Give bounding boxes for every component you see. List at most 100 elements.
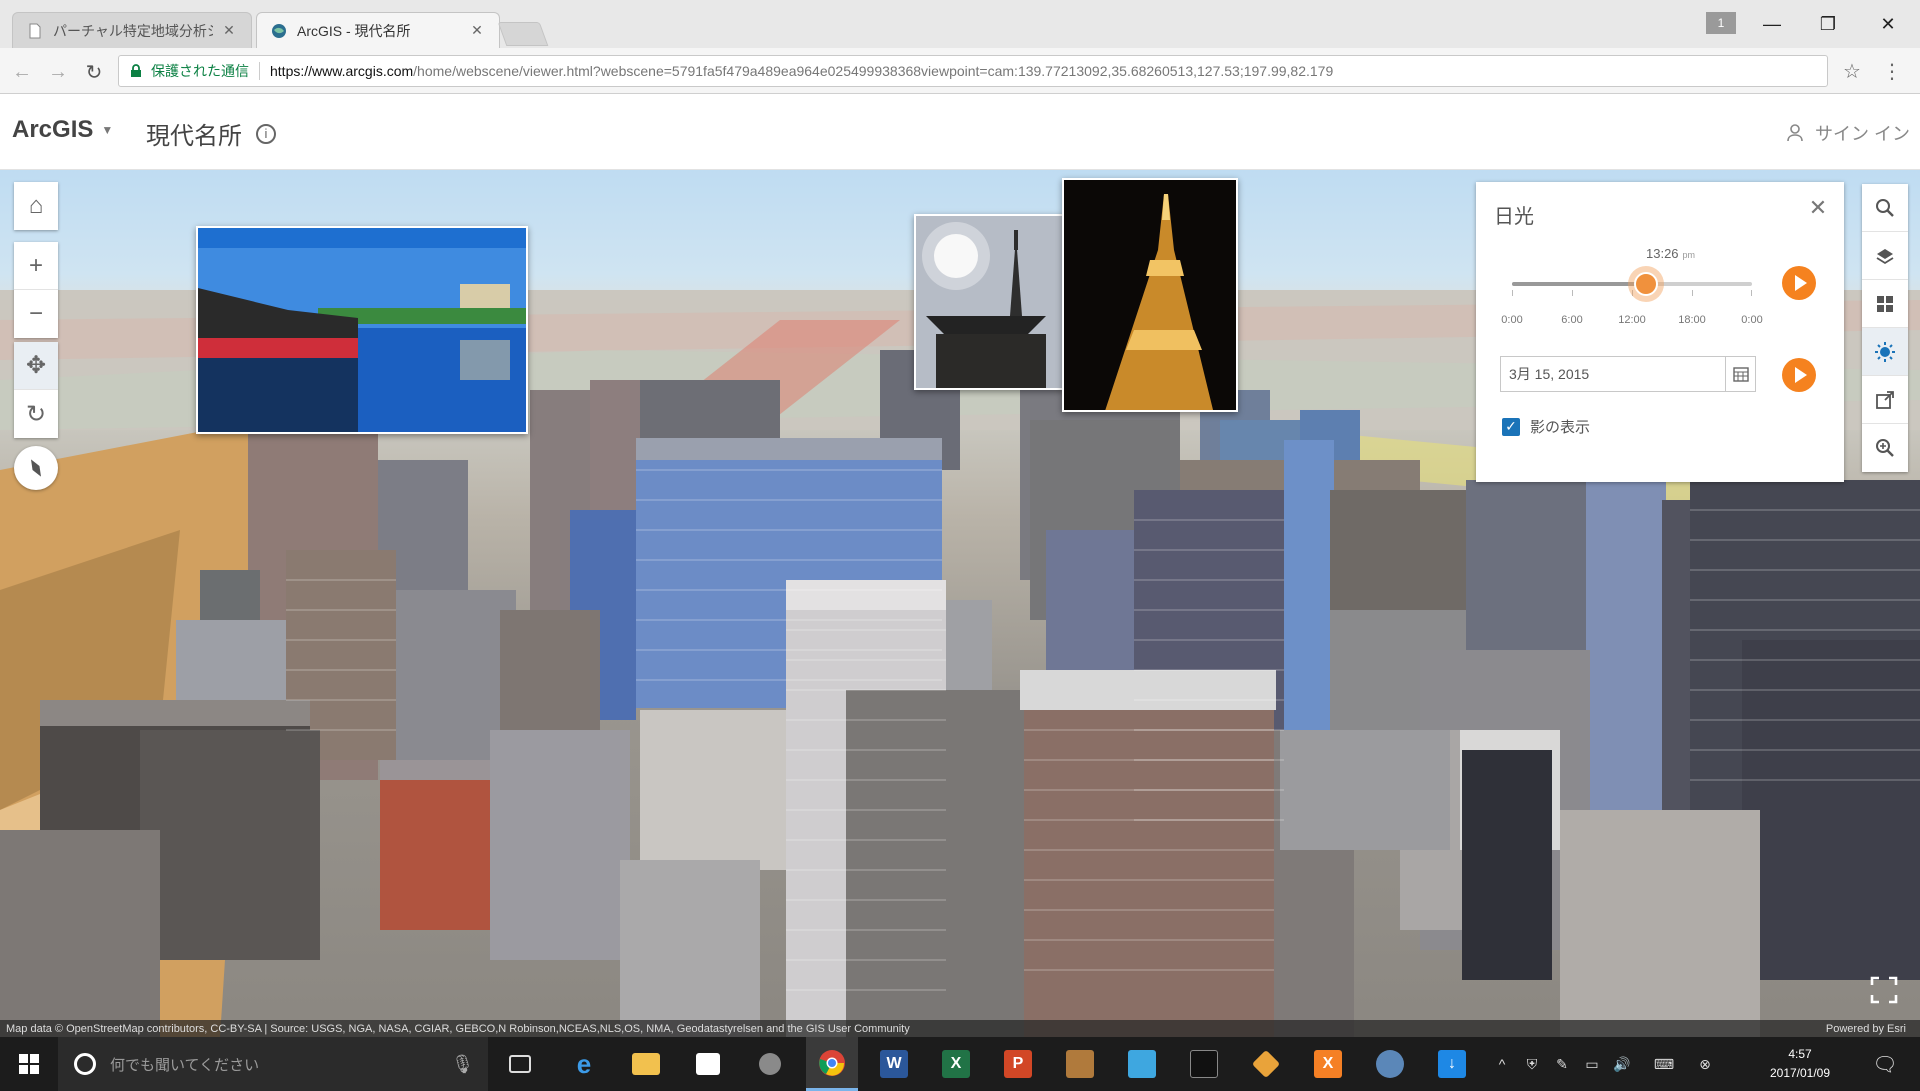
- arcgis-brand-menu[interactable]: ArcGIS ▼: [12, 116, 113, 144]
- zoom-to-icon[interactable]: [1862, 424, 1908, 472]
- zoom-in-icon[interactable]: +: [14, 242, 58, 290]
- mail-icon[interactable]: [1116, 1037, 1168, 1091]
- search-icon[interactable]: [1862, 184, 1908, 232]
- page-icon: [29, 23, 41, 38]
- tray-keyboard-icon[interactable]: ⌨: [1644, 1037, 1684, 1091]
- close-icon[interactable]: ✕: [469, 22, 485, 39]
- secure-label: 保護された通信: [151, 63, 249, 79]
- windows-taskbar: 何でも聞いてください 🎙 e W X P X ↓ ^ ⛨ ✎ ▭ 🔊 ⌨ ⊗ 4…: [0, 1037, 1920, 1091]
- close-icon[interactable]: ✕: [1804, 194, 1832, 222]
- temple-tower-photo-image: [916, 216, 1062, 388]
- zoom-out-icon[interactable]: −: [14, 290, 58, 338]
- chrome-icon[interactable]: [806, 1037, 858, 1091]
- tray-chevron-up-icon[interactable]: ^: [1488, 1037, 1516, 1091]
- play-time-button[interactable]: [1782, 266, 1816, 300]
- photo-billboard-pond[interactable]: [196, 226, 528, 434]
- play-date-button[interactable]: [1782, 358, 1816, 392]
- taskbar-clock[interactable]: 4:57 2017/01/09: [1760, 1045, 1840, 1083]
- browser-toolbar: ← → ↻ 保護された通信 https://www.arcgis.com/hom…: [0, 48, 1920, 94]
- sign-in-button[interactable]: サイン イン: [1785, 120, 1910, 146]
- git-icon[interactable]: [1240, 1037, 1292, 1091]
- daylight-panel-title: 日光: [1494, 206, 1534, 228]
- tokyo-tower-photo-image: [1064, 180, 1236, 410]
- sun-icon: [1875, 341, 1895, 362]
- scene-tools: [1862, 184, 1908, 472]
- clock-time: 4:57: [1788, 1047, 1812, 1061]
- minimize-icon[interactable]: —: [1744, 0, 1800, 48]
- new-tab-button[interactable]: [497, 22, 549, 46]
- layers-icon[interactable]: [1862, 232, 1908, 280]
- window-close-icon[interactable]: ✕: [1860, 0, 1916, 48]
- photo-billboard-temple-tower[interactable]: [914, 214, 1064, 390]
- database-icon[interactable]: [1364, 1037, 1416, 1091]
- back-arrow-icon[interactable]: ←: [8, 58, 36, 86]
- browser-tab-1[interactable]: パーチャル特定地域分析シス ✕: [12, 12, 252, 48]
- forward-arrow-icon[interactable]: →: [44, 58, 72, 86]
- powerpoint-icon[interactable]: P: [992, 1037, 1044, 1091]
- tray-volume-icon[interactable]: 🔊: [1608, 1037, 1636, 1091]
- xampp-icon[interactable]: X: [1302, 1037, 1354, 1091]
- share-icon[interactable]: [1862, 376, 1908, 424]
- brand-label: ArcGIS: [12, 116, 94, 143]
- bookmark-star-icon[interactable]: ☆: [1840, 59, 1864, 83]
- scene-title-text: 現代名所: [146, 123, 242, 150]
- tray-ime-icon[interactable]: ⊗: [1690, 1037, 1720, 1091]
- app-pinned-icon[interactable]: [744, 1037, 796, 1091]
- show-shadows-option[interactable]: ✓ 影の表示: [1502, 416, 1590, 437]
- time-slider-fill: [1512, 282, 1647, 286]
- basemap-gallery-icon[interactable]: [1862, 280, 1908, 328]
- checkbox-checked-icon[interactable]: ✓: [1502, 417, 1520, 436]
- word-icon[interactable]: W: [868, 1037, 920, 1091]
- file-explorer-icon[interactable]: [620, 1037, 672, 1091]
- home-control: ⌂: [14, 182, 58, 230]
- daylight-icon[interactable]: [1862, 328, 1908, 376]
- close-icon[interactable]: ✕: [221, 22, 237, 39]
- calendar-icon[interactable]: [1726, 356, 1756, 392]
- tick-label: 0:00: [1741, 314, 1763, 326]
- browser-tab-2[interactable]: ArcGIS - 現代名所 ✕: [256, 12, 500, 48]
- browser-user-badge[interactable]: 1: [1706, 12, 1736, 34]
- terminal-icon[interactable]: [1178, 1037, 1230, 1091]
- taskbar-search-placeholder: 何でも聞いてください: [110, 1056, 260, 1074]
- rotate-icon[interactable]: ↻: [14, 390, 58, 438]
- action-center-icon[interactable]: 🗨: [1860, 1037, 1910, 1091]
- info-icon[interactable]: i: [256, 123, 276, 144]
- browser-menu-icon[interactable]: ⋮: [1882, 59, 1902, 83]
- scene-view[interactable]: ⌂ + − ✥ ↻ 日光 ✕ 13:26pm 0:00 6:00 12:00: [0, 170, 1920, 1037]
- home-icon[interactable]: ⌂: [14, 182, 58, 230]
- download-app-icon[interactable]: ↓: [1426, 1037, 1478, 1091]
- powered-by[interactable]: Powered by Esri: [1826, 1023, 1914, 1035]
- arcgis-globe-icon: [272, 23, 286, 38]
- compass-icon[interactable]: [14, 446, 58, 490]
- microphone-icon[interactable]: 🎙: [451, 1054, 474, 1075]
- date-input[interactable]: 3月 15, 2015: [1500, 356, 1726, 392]
- photo-billboard-tokyo-tower[interactable]: [1062, 178, 1238, 412]
- secure-indicator[interactable]: 保護された通信: [119, 61, 249, 81]
- time-slider-thumb[interactable]: [1628, 266, 1665, 302]
- tray-pen-icon[interactable]: ✎: [1548, 1037, 1576, 1091]
- taskbar-search[interactable]: 何でも聞いてください 🎙: [58, 1037, 488, 1091]
- task-view-icon[interactable]: [494, 1037, 546, 1091]
- address-bar[interactable]: 保護された通信 https://www.arcgis.com/home/webs…: [118, 55, 1828, 87]
- store-icon[interactable]: [682, 1037, 734, 1091]
- time-value: 13:26: [1646, 246, 1679, 261]
- pan-icon[interactable]: ✥: [14, 342, 58, 390]
- daylight-panel: 日光 ✕ 13:26 pm 0:00 6:00 12:00 18:00 0:00 …: [1476, 182, 1844, 482]
- tray-network-icon[interactable]: ▭: [1578, 1037, 1606, 1091]
- windows-start-icon[interactable]: [0, 1037, 58, 1091]
- edge-browser-icon[interactable]: e: [558, 1037, 610, 1091]
- fullscreen-icon[interactable]: [1864, 970, 1904, 1010]
- cortana-icon: [74, 1053, 96, 1075]
- calendar-grid-icon: [1732, 367, 1749, 382]
- map-attribution: Map data © OpenStreetMap contributors, C…: [0, 1020, 1920, 1037]
- tick-label: 6:00: [1561, 314, 1583, 326]
- navigation-mode-controls: ✥ ↻: [14, 342, 58, 438]
- time-readout: 13:26 pm: [1646, 246, 1695, 261]
- app-header: ArcGIS ▼ 現代名所 i サイン イン: [0, 94, 1920, 170]
- browser-tab-2-label: ArcGIS - 現代名所: [297, 22, 411, 39]
- photo-app-icon[interactable]: [1054, 1037, 1106, 1091]
- restore-icon[interactable]: ❐: [1800, 0, 1856, 48]
- excel-icon[interactable]: X: [930, 1037, 982, 1091]
- reload-icon[interactable]: ↻: [80, 58, 108, 86]
- tray-security-icon[interactable]: ⛨: [1518, 1037, 1546, 1091]
